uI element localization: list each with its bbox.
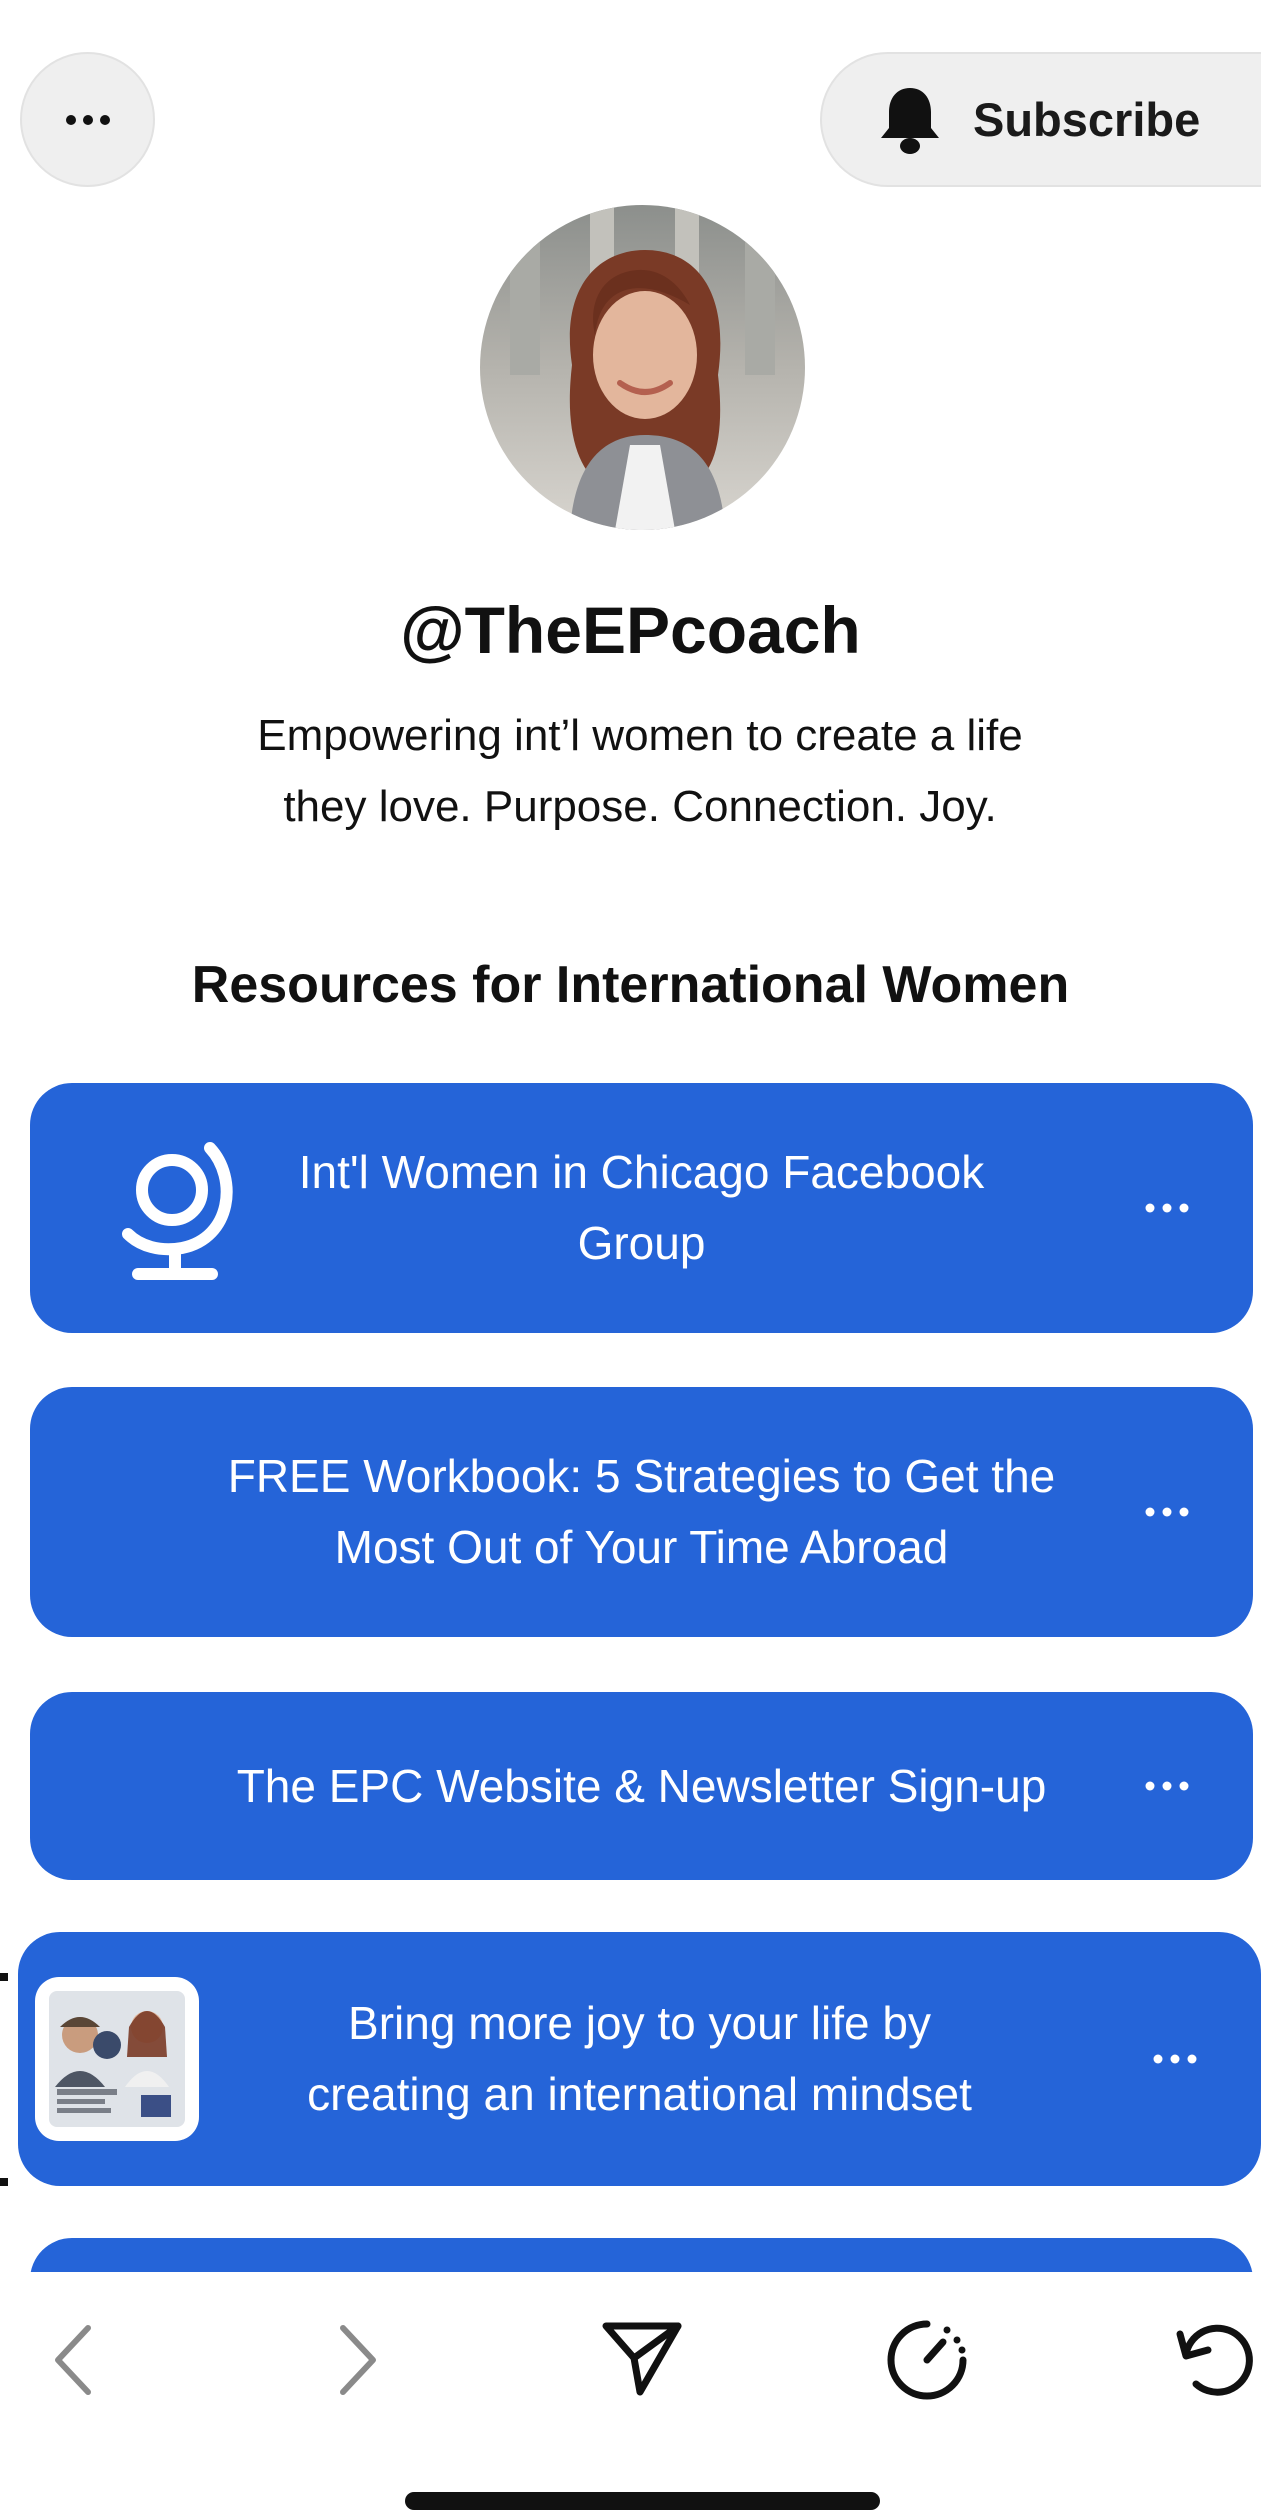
link-facebook-group[interactable]: Int'l Women in Chicago Facebook Group: [30, 1083, 1253, 1333]
speed-gauge-icon[interactable]: [885, 2318, 969, 2402]
link-title-line: creating an international mindset: [307, 2068, 972, 2120]
chevron-right-icon[interactable]: [333, 2320, 383, 2400]
link-options-button[interactable]: [1137, 1193, 1197, 1223]
bio-line: Empowering int’l women to create a life: [257, 711, 1023, 760]
edge-mark: [0, 2178, 8, 2186]
home-indicator: [405, 2492, 880, 2510]
profile-avatar: [480, 205, 805, 530]
link-title: The EPC Website & Newsletter Sign-up: [237, 1751, 1047, 1822]
link-title-line: Int'l Women in Chicago Facebook: [298, 1146, 985, 1198]
ellipsis-icon: [1145, 1203, 1189, 1213]
profile-bio: Empowering int’l women to create a life …: [150, 700, 1130, 842]
bio-line: they love. Purpose. Connection. Joy.: [283, 782, 997, 831]
link-options-button[interactable]: [1137, 1497, 1197, 1527]
more-options-button[interactable]: [20, 52, 155, 187]
reload-icon[interactable]: [1172, 2318, 1256, 2402]
link-free-workbook[interactable]: FREE Workbook: 5 Strategies to Get the M…: [30, 1387, 1253, 1637]
ellipsis-icon: [1153, 2054, 1197, 2064]
link-title-line: The EPC Website & Newsletter Sign-up: [236, 1759, 1047, 1812]
link-title-line: FREE Workbook: 5 Strategies to Get the: [227, 1450, 1056, 1502]
link-title-line: Bring more joy to your life by: [348, 1997, 931, 2049]
link-title: Bring more joy to your life by creating …: [307, 1988, 972, 2130]
send-icon[interactable]: [600, 2318, 684, 2398]
podcast-episode-thumbnail: [35, 1977, 199, 2141]
link-title: FREE Workbook: 5 Strategies to Get the M…: [228, 1441, 1056, 1583]
globe-icon: [122, 1142, 233, 1280]
link-title-line: Most Out of Your Time Abroad: [334, 1521, 949, 1573]
edge-mark: [0, 1973, 8, 1981]
link-options-button[interactable]: [1145, 2044, 1205, 2074]
link-options-button[interactable]: [1137, 1771, 1197, 1801]
ellipsis-icon: [1145, 1507, 1189, 1517]
link-title-line: Group: [577, 1217, 706, 1269]
subscribe-label: Subscribe: [973, 93, 1201, 146]
bell-icon: [881, 87, 939, 154]
profile-handle: @TheEPcoach: [400, 593, 861, 667]
section-title: Resources for International Women: [191, 956, 1070, 1014]
ellipsis-icon: [1145, 1781, 1189, 1791]
ellipsis-icon: [65, 114, 110, 125]
chevron-left-icon[interactable]: [48, 2320, 98, 2400]
link-title: Int'l Women in Chicago Facebook Group: [299, 1137, 985, 1279]
link-podcast-episode[interactable]: Bring more joy to your life by creating …: [18, 1932, 1261, 2186]
link-epc-website[interactable]: The EPC Website & Newsletter Sign-up: [30, 1692, 1253, 1880]
subscribe-button[interactable]: Subscribe: [820, 52, 1261, 187]
